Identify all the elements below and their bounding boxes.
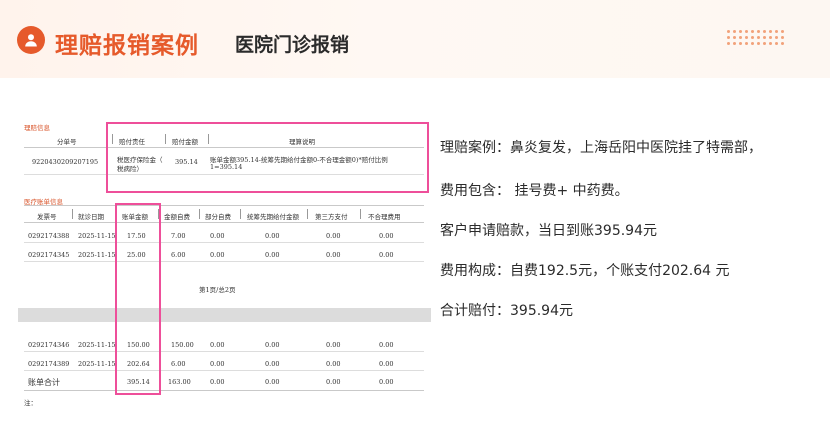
bill-cell: 2025-11-15: [78, 232, 116, 240]
summary-fees: 费用包含： 挂号费+ 中药费。: [440, 183, 629, 199]
bill-row-rule: [24, 351, 424, 352]
bill-row-rule: [24, 242, 424, 243]
bill-header-date: 就诊日期: [78, 213, 104, 221]
bill-cell: 0.00: [379, 360, 394, 368]
bill-header-self-pay: 金额自费: [164, 213, 190, 221]
bill-total-cell: 0.00: [210, 378, 225, 386]
bill-header-divider: [307, 209, 308, 219]
bill-cell: 0.00: [326, 251, 341, 259]
user-avatar-icon: [17, 26, 45, 54]
bill-header-divider: [240, 209, 241, 219]
bill-cell: 6.00: [171, 251, 186, 259]
bill-cell: 0.00: [210, 360, 225, 368]
bill-cell: 0.00: [210, 251, 225, 259]
page-subtitle: 医院门诊报销: [235, 34, 350, 56]
page-break-band: [18, 308, 431, 322]
highlight-claim-box: [106, 122, 429, 193]
bill-total-cell: 0.00: [379, 378, 394, 386]
summary-composition: 费用构成：自费192.5元，个账支付202.64 元: [440, 263, 730, 279]
bill-cell: 0.00: [265, 251, 280, 259]
bill-header-partial: 部分自费: [205, 213, 231, 221]
bill-row-rule: [24, 261, 424, 262]
bill-total-cell: 163.00: [168, 378, 191, 386]
bill-cell: 0292174346: [28, 341, 70, 349]
claim-document: 理赔信息 分单号 赔付责任 赔付金额 理算说明 9220430209207195…: [18, 112, 431, 413]
bill-total-label: 账单合计: [28, 378, 60, 387]
bill-cell: 0292174389: [28, 360, 70, 368]
bill-cell: 2025-11-15: [78, 251, 116, 259]
page-indicator: 第1页/总2页: [199, 286, 236, 294]
bill-header-divider: [199, 209, 200, 219]
bill-header-invoice: 发票号: [37, 213, 57, 221]
page-title: 理赔报销案例: [55, 33, 199, 59]
bill-total-cell: 0.00: [326, 378, 341, 386]
bill-cell: 0.00: [379, 251, 394, 259]
bill-header-pooled: 统筹先期给付金额: [247, 213, 299, 221]
bill-total-rule: [24, 390, 424, 391]
bill-cell: 0.00: [210, 232, 225, 240]
bill-cell: 0.00: [379, 341, 394, 349]
bill-cell: 0.00: [265, 360, 280, 368]
bill-cell: 0.00: [326, 360, 341, 368]
bill-cell: 2025-11-15: [78, 360, 116, 368]
bill-header-third-party: 第三方支付: [315, 213, 348, 221]
bill-cell: 150.00: [171, 341, 194, 349]
bill-header-divider: [360, 209, 361, 219]
bill-header-rule: [24, 222, 424, 223]
bill-header-divider: [72, 209, 73, 219]
bill-cell: 0.00: [326, 341, 341, 349]
bill-row-rule: [24, 370, 424, 371]
bill-cell: 0.00: [265, 341, 280, 349]
bill-total-cell: 0.00: [265, 378, 280, 386]
bill-cell: 0.00: [326, 232, 341, 240]
bill-cell: 0292174388: [28, 232, 70, 240]
claim-policy-no: 9220430209207195: [32, 158, 99, 166]
note-label: 注：: [24, 399, 37, 407]
bill-cell: 0.00: [379, 232, 394, 240]
summary-case: 理赔案例：鼻炎复发，上海岳阳中医院挂了特需部，: [440, 140, 762, 156]
summary-total: 合计赔付：395.94元: [440, 303, 573, 319]
bill-cell: 0292174345: [28, 251, 70, 259]
claim-header-policy: 分单号: [57, 138, 77, 146]
bill-cell: 0.00: [210, 341, 225, 349]
bill-cell: 6.00: [171, 360, 186, 368]
bill-cell: 0.00: [265, 232, 280, 240]
summary-panel: 理赔案例：鼻炎复发，上海岳阳中医院挂了特需部， 费用包含： 挂号费+ 中药费。 …: [440, 0, 830, 437]
highlight-amount-column: [115, 203, 161, 395]
summary-payout: 客户申请赔款，当日到账395.94元: [440, 223, 657, 239]
bill-section-rule: [24, 205, 424, 206]
bill-cell: 2025-11-15: [78, 341, 116, 349]
bill-header-unreasonable: 不合理费用: [368, 213, 401, 221]
bill-cell: 7.00: [171, 232, 186, 240]
claim-info-label: 理赔信息: [24, 124, 50, 132]
